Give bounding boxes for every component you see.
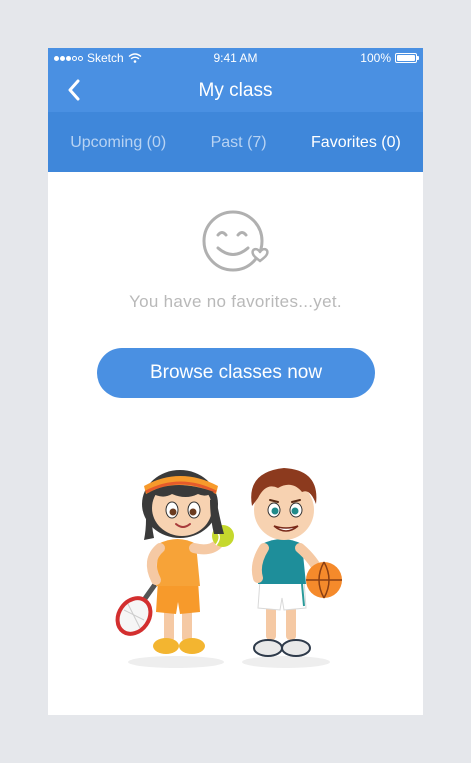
kids-illustration [115,468,342,668]
empty-message: You have no favorites...yet. [129,292,342,311]
tab-upcoming[interactable]: Upcoming (0) [48,132,188,152]
phone-screen: Sketch 9:41 AM 100% My class Upcoming (0… [48,48,423,715]
smiley-heart-icon [202,210,269,272]
battery-icon [395,53,419,63]
status-bar: Sketch 9:41 AM 100% [48,48,423,68]
tab-past[interactable]: Past (7) [188,132,288,152]
battery-percent: 100% [360,51,391,65]
navigation-bar: My class [48,68,423,112]
status-right: 100% [360,51,419,65]
browse-classes-button[interactable]: Browse classes now [97,348,375,398]
tab-bar: Upcoming (0) Past (7) Favorites (0) [48,112,423,172]
tab-favorites[interactable]: Favorites (0) [289,132,423,152]
empty-state: You have no favorites...yet. Browse clas… [48,172,423,715]
page-title: My class [198,80,273,101]
